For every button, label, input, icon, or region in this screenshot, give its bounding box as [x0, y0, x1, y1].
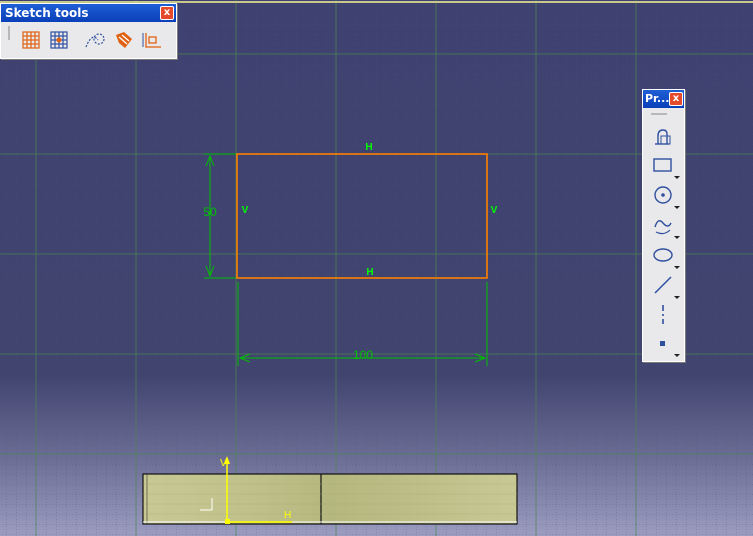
vertical-constraint-right: V	[491, 205, 498, 216]
geometrical-constraints-icon[interactable]	[113, 29, 135, 51]
rectangle-dropdown[interactable]	[674, 176, 680, 179]
axis-icon[interactable]	[652, 303, 674, 325]
dimensional-constraints-icon[interactable]	[142, 29, 164, 51]
sketch-tools-title: Sketch tools	[5, 6, 89, 20]
sketch-tools-titlebar[interactable]: Sketch tools x	[1, 4, 176, 22]
grid-icon[interactable]	[20, 29, 42, 51]
circle-icon[interactable]	[652, 184, 674, 206]
solid-preview	[142, 473, 518, 525]
profile-toolbar: Pr... x	[642, 89, 685, 362]
profile-toolbar-title: Pr...	[645, 92, 670, 105]
sketcher-canvas[interactable]: V H 50 100 H H V V	[0, 0, 753, 536]
point-dropdown[interactable]	[674, 354, 680, 357]
profile-toolbar-grip[interactable]	[651, 113, 667, 115]
spline-dropdown[interactable]	[674, 236, 680, 239]
toolbar-grip[interactable]	[8, 26, 10, 40]
spline-icon[interactable]	[652, 214, 674, 236]
ellipse-icon[interactable]	[652, 244, 674, 266]
line-icon[interactable]	[652, 274, 674, 296]
minor-grid	[0, 0, 753, 536]
profile-icon[interactable]	[652, 125, 674, 147]
horizontal-constraint-top: H	[365, 142, 372, 153]
horizontal-constraint-bottom: H	[366, 267, 373, 278]
axis-v-label: V	[220, 458, 227, 469]
profile-toolbar-titlebar[interactable]: Pr... x	[643, 90, 684, 108]
rectangle-icon[interactable]	[652, 154, 674, 176]
circle-dropdown[interactable]	[674, 206, 680, 209]
sketch-tools-toolbar: Sketch tools x	[0, 3, 177, 59]
height-dimension-value[interactable]: 50	[203, 205, 217, 219]
axis-h-label: H	[284, 510, 291, 521]
line-dropdown[interactable]	[674, 296, 680, 299]
construction-geometry-icon[interactable]	[84, 29, 106, 51]
vertical-constraint-left: V	[242, 205, 249, 216]
profile-toolbar-close-button[interactable]: x	[669, 92, 683, 106]
width-dimension-value[interactable]: 100	[353, 348, 373, 362]
sketch-tools-close-button[interactable]: x	[160, 6, 174, 20]
ellipse-dropdown[interactable]	[674, 266, 680, 269]
snap-to-point-icon[interactable]	[48, 29, 70, 51]
point-icon[interactable]	[652, 333, 674, 355]
